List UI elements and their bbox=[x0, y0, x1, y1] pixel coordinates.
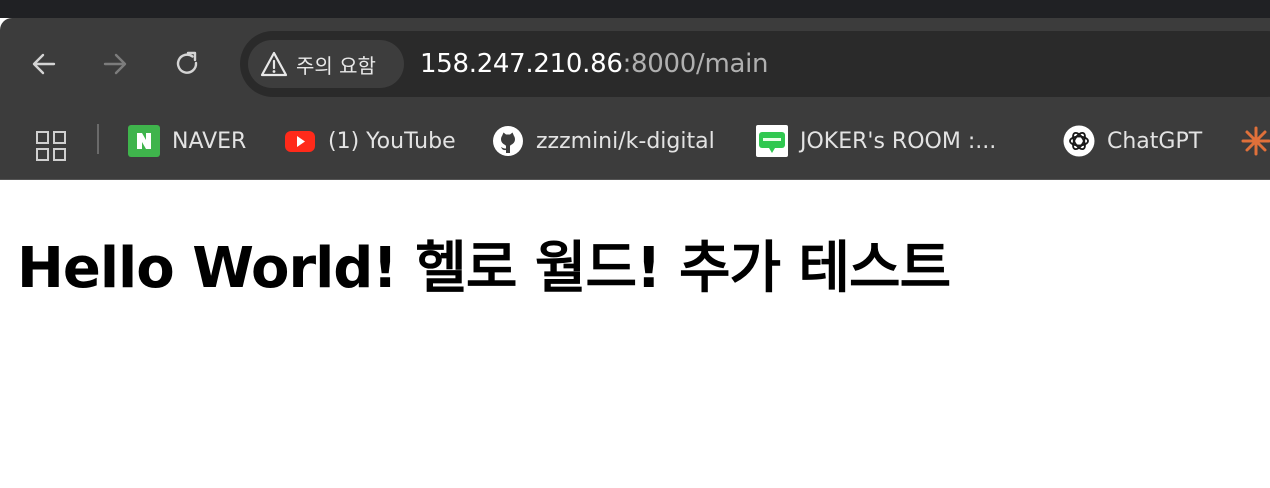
blog-icon bbox=[756, 125, 788, 157]
security-label: 주의 요함 bbox=[296, 53, 376, 78]
reload-button[interactable] bbox=[170, 46, 206, 82]
url-host: 158.247.210.86 bbox=[420, 49, 623, 79]
apps-grid-icon bbox=[36, 131, 66, 161]
url-text[interactable]: 158.247.210.86:8000/main bbox=[420, 31, 769, 97]
bookmark-jokers-room[interactable]: JOKER's ROOM :... bbox=[756, 121, 996, 161]
arrow-left-icon bbox=[32, 53, 56, 75]
address-bar[interactable]: 주의 요함 158.247.210.86:8000/main bbox=[240, 31, 1270, 97]
bookmark-label: NAVER bbox=[172, 128, 247, 154]
bookmark-github[interactable]: zzzmini/k-digital bbox=[492, 121, 715, 161]
page-content: Hello World! 헬로 월드! 추가 테스트 bbox=[0, 181, 1270, 488]
bookmark-naver[interactable]: NAVER bbox=[128, 121, 246, 161]
chatgpt-icon bbox=[1063, 125, 1095, 157]
url-path: :8000/main bbox=[622, 49, 769, 79]
github-icon bbox=[492, 125, 524, 157]
bookmark-label: ChatGPT bbox=[1107, 128, 1203, 154]
bookmark-label: zzzmini/k-digital bbox=[536, 128, 715, 154]
bookmark-chatgpt[interactable]: ChatGPT bbox=[1063, 121, 1202, 161]
back-button[interactable] bbox=[26, 46, 62, 82]
security-chip[interactable]: 주의 요함 bbox=[248, 40, 404, 88]
sparkle-icon bbox=[1240, 125, 1270, 157]
page-heading: Hello World! 헬로 월드! 추가 테스트 bbox=[17, 236, 951, 301]
bookmark-label: (1) YouTube bbox=[328, 128, 456, 154]
bookmark-overflow[interactable] bbox=[1240, 121, 1270, 161]
apps-button[interactable] bbox=[34, 129, 68, 163]
bookmarks-bar: NAVER (1) YouTube zzzmini/k-digital JOKE… bbox=[0, 110, 1270, 180]
reload-icon bbox=[176, 51, 198, 74]
forward-button[interactable] bbox=[97, 46, 133, 82]
warning-icon bbox=[260, 51, 288, 77]
youtube-icon bbox=[284, 125, 316, 157]
window-top-strip bbox=[0, 0, 1270, 18]
browser-toolbar: 주의 요함 158.247.210.86:8000/main bbox=[0, 18, 1270, 110]
arrow-right-icon bbox=[103, 53, 127, 75]
bookmark-youtube[interactable]: (1) YouTube bbox=[284, 121, 456, 161]
naver-icon bbox=[128, 125, 160, 157]
bookmark-label: JOKER's ROOM :... bbox=[800, 128, 997, 154]
bookmarks-divider bbox=[97, 124, 99, 154]
